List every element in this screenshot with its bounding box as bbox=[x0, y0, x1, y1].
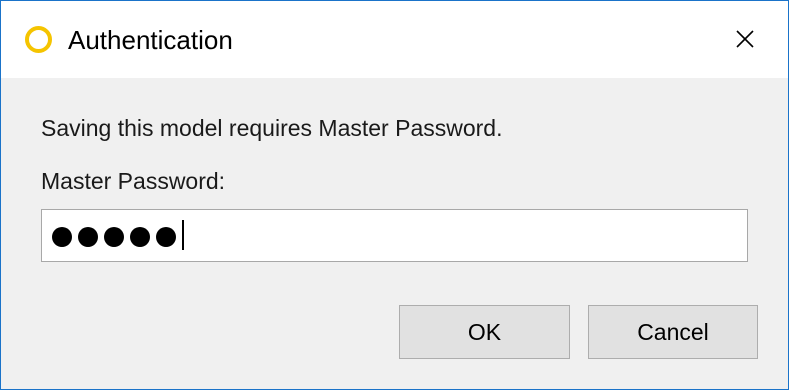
authentication-dialog: Authentication Saving this model require… bbox=[0, 0, 789, 390]
title-bar: Authentication bbox=[1, 1, 788, 78]
password-mask bbox=[52, 220, 184, 250]
close-icon bbox=[736, 30, 754, 48]
master-password-label: Master Password: bbox=[41, 168, 226, 194]
cancel-button[interactable]: Cancel bbox=[588, 305, 758, 359]
password-dot bbox=[156, 227, 176, 247]
app-ring-icon bbox=[25, 26, 52, 53]
password-dot bbox=[130, 227, 150, 247]
password-dot bbox=[52, 227, 72, 247]
text-caret bbox=[182, 220, 184, 250]
password-dot bbox=[104, 227, 124, 247]
password-dot bbox=[78, 227, 98, 247]
dialog-message: Saving this model requires Master Passwo… bbox=[41, 115, 503, 141]
window-title: Authentication bbox=[68, 25, 233, 55]
ok-button[interactable]: OK bbox=[399, 305, 570, 359]
master-password-input[interactable] bbox=[41, 209, 748, 262]
close-button[interactable] bbox=[719, 15, 771, 63]
